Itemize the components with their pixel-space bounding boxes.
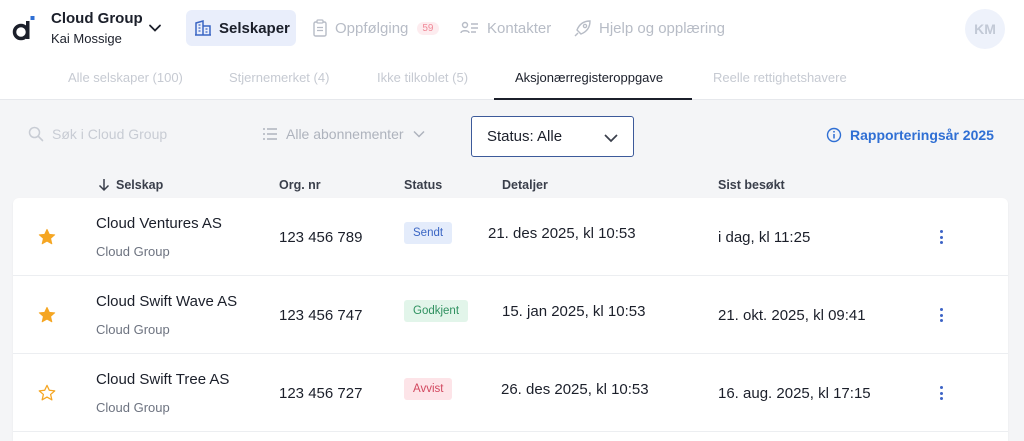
nav-oppfolging[interactable]: Oppfølging 59 (304, 10, 447, 46)
org-number: 123 456 789 (279, 229, 363, 246)
column-header-last-visited[interactable]: Sist besøkt (718, 178, 785, 192)
column-header-status[interactable]: Status (404, 178, 442, 192)
rocket-icon (574, 20, 591, 37)
subscriptions-label: Alle abonnementer (286, 126, 404, 142)
company-table: Cloud Ventures AS Cloud Group 123 456 78… (13, 198, 1008, 441)
table-row[interactable]: Cloud Swift Tree AS Cloud Group 123 456 … (13, 354, 1008, 432)
status-badge: Avvist (404, 378, 453, 400)
details-timestamp: 21. des 2025, kl 10:53 (488, 225, 636, 242)
building-icon (195, 20, 211, 36)
org-number: 123 456 727 (279, 385, 363, 402)
tab-reelle-rettighetshavere[interactable]: Reelle rettighetshavere (713, 70, 847, 85)
list-icon (263, 128, 277, 140)
column-header-details[interactable]: Detaljer (502, 178, 548, 192)
status-badge: Sendt (404, 222, 453, 244)
avatar[interactable]: KM (965, 9, 1005, 49)
company-name[interactable]: Cloud Swift Wave AS (96, 293, 237, 310)
table-row[interactable]: Cloud Ventures AS Cloud Group 123 456 78… (13, 198, 1008, 276)
company-name[interactable]: Cloud Ventures AS (96, 215, 222, 232)
nav-label: Selskaper (219, 19, 290, 37)
search-icon (28, 126, 44, 142)
star-outline-icon[interactable] (38, 384, 56, 402)
search-placeholder: Søk i Cloud Group (52, 126, 168, 142)
nav-selskaper[interactable]: Selskaper (186, 10, 296, 46)
table-row[interactable]: Cloud Swift Wave AS Cloud Group 123 456 … (13, 276, 1008, 354)
column-header-orgnr[interactable]: Org. nr (279, 178, 321, 192)
status-badge: Godkjent (404, 300, 469, 322)
chevron-down-icon (413, 130, 425, 138)
contacts-icon (460, 21, 478, 34)
nav-kontakter[interactable]: Kontakter (452, 10, 559, 46)
company-group: Cloud Group (96, 244, 170, 259)
details-timestamp: 15. jan 2025, kl 10:53 (502, 303, 646, 320)
star-filled-icon[interactable] (38, 228, 56, 246)
info-icon (826, 127, 842, 143)
nav-label: Kontakter (487, 19, 552, 37)
company-name[interactable]: Cloud Swift Tree AS (96, 371, 229, 388)
reporting-year-label: Rapporteringsår 2025 (850, 127, 994, 143)
subtab-bar: Alle selskaper (100) Stjernemerket (4) I… (0, 58, 1024, 100)
tab-aksjonaerregisteroppgave[interactable]: Aksjonærregisteroppgave (515, 70, 663, 85)
tab-ikke-tilkoblet[interactable]: Ikke tilkoblet (5) (377, 70, 468, 85)
tab-alle-selskaper[interactable]: Alle selskaper (100) (68, 70, 183, 85)
app-logo[interactable] (12, 14, 38, 42)
reporting-year-link[interactable]: Rapporteringsår 2025 (826, 127, 994, 143)
nav-label: Hjelp og opplæring (599, 19, 725, 37)
more-options-icon[interactable] (934, 306, 948, 324)
last-visited: i dag, kl 11:25 (718, 229, 811, 246)
followup-count-badge: 59 (417, 21, 439, 35)
arrow-down-icon (98, 179, 110, 192)
chevron-down-icon (604, 134, 618, 143)
company-group: Cloud Group (96, 322, 170, 337)
chevron-down-icon[interactable] (148, 21, 162, 35)
column-header-label: Selskap (116, 178, 164, 192)
org-name: Cloud Group (51, 10, 143, 27)
status-select[interactable]: Status: Alle (471, 116, 634, 157)
details-timestamp: 26. des 2025, kl 10:53 (501, 381, 649, 398)
star-filled-icon[interactable] (38, 306, 56, 324)
company-group: Cloud Group (96, 400, 170, 415)
last-visited: 21. okt. 2025, kl 09:41 (718, 307, 866, 324)
org-switcher[interactable]: Cloud Group Kai Mossige (51, 10, 143, 47)
active-tab-indicator (494, 98, 692, 100)
nav-hjelp[interactable]: Hjelp og opplæring (566, 10, 733, 46)
last-visited: 16. aug. 2025, kl 17:15 (718, 385, 871, 402)
search-input[interactable]: Søk i Cloud Group (28, 126, 167, 142)
subscriptions-filter[interactable]: Alle abonnementer (262, 126, 426, 142)
org-number: 123 456 747 (279, 307, 363, 324)
user-name: Kai Mossige (51, 31, 122, 46)
nav-label: Oppfølging (335, 19, 409, 37)
column-header-company[interactable]: Selskap (98, 178, 163, 192)
more-options-icon[interactable] (934, 384, 948, 402)
top-bar: Cloud Group Kai Mossige Selskaper Oppføl… (0, 0, 1024, 58)
status-select-value: Status: Alle (487, 128, 563, 145)
more-options-icon[interactable] (934, 228, 948, 246)
clipboard-icon (313, 19, 327, 37)
tab-stjernemerket[interactable]: Stjernemerket (4) (229, 70, 329, 85)
